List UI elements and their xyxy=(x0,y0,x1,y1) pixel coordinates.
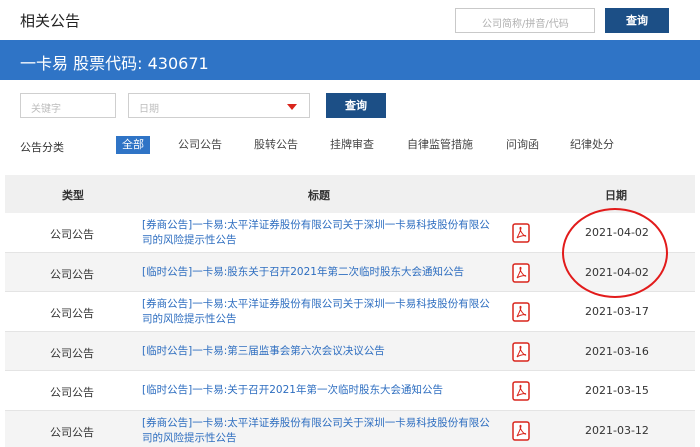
category-tabs: 公告分类 全部 公司公告 股转公告 挂牌审查 自律监管措施 问询函 纪律处分 xyxy=(0,130,700,160)
table-row: 公司公告 [临时公告]一卡易:第三届监事会第六次会议决议公告 2021-03-1… xyxy=(5,331,695,371)
header-date: 日期 xyxy=(605,189,627,202)
tab-self-regulatory[interactable]: 自律监管措施 xyxy=(407,136,473,154)
stock-code-label: 股票代码: xyxy=(73,54,143,73)
table-row: 公司公告 [券商公告]一卡易:太平洋证券股份有限公司关于深圳一卡易科技股份有限公… xyxy=(5,410,695,447)
company-name: 一卡易 xyxy=(20,54,69,73)
row-date: 2021-03-15 xyxy=(585,384,649,397)
query-button[interactable]: 查询 xyxy=(326,93,386,118)
date-select[interactable]: 日期 xyxy=(128,93,310,118)
row-date: 2021-03-17 xyxy=(585,305,649,318)
search-button[interactable]: 查询 xyxy=(605,8,669,33)
row-title-link[interactable]: [临时公告]一卡易:股东关于召开2021年第二次临时股东大会通知公告 xyxy=(142,265,497,280)
row-title-link[interactable]: [临时公告]一卡易:关于召开2021年第一次临时股东大会通知公告 xyxy=(142,383,497,398)
pdf-icon[interactable] xyxy=(512,420,530,441)
filter-bar: 关键字 日期 查询 xyxy=(0,80,700,130)
table-row: 公司公告 [临时公告]一卡易:关于召开2021年第一次临时股东大会通知公告 20… xyxy=(5,371,695,411)
row-type: 公司公告 xyxy=(50,267,94,281)
tab-all[interactable]: 全部 xyxy=(116,136,150,154)
category-label: 公告分类 xyxy=(20,141,64,154)
row-title-link[interactable]: [券商公告]一卡易:太平洋证券股份有限公司关于深圳一卡易科技股份有限公司的风险提… xyxy=(142,218,497,248)
pdf-icon[interactable] xyxy=(512,381,530,401)
top-bar: 相关公告 公司简称/拼音/代码 查询 xyxy=(0,0,700,40)
company-banner: 一卡易 股票代码: 430671 xyxy=(0,40,700,80)
row-date: 2021-03-12 xyxy=(585,423,649,437)
row-type: 公司公告 xyxy=(50,228,94,241)
date-select-label: 日期 xyxy=(139,104,159,115)
row-title-link[interactable]: [券商公告]一卡易:太平洋证券股份有限公司关于深圳一卡易科技股份有限公司的风险提… xyxy=(142,416,497,446)
pdf-icon[interactable] xyxy=(512,302,530,322)
table-header: 类型 标题 日期 xyxy=(5,175,695,213)
tab-neeq-announcement[interactable]: 股转公告 xyxy=(254,136,298,154)
page-title: 相关公告 xyxy=(20,12,81,30)
tab-company-announcement[interactable]: 公司公告 xyxy=(178,136,222,154)
keyword-input[interactable]: 关键字 xyxy=(20,93,116,118)
caret-down-icon xyxy=(287,104,297,110)
stock-code: 430671 xyxy=(147,54,209,73)
tab-inquiry-letter[interactable]: 问询函 xyxy=(506,136,539,154)
row-title-link[interactable]: [临时公告]一卡易:第三届监事会第六次会议决议公告 xyxy=(142,344,497,359)
tab-disciplinary[interactable]: 纪律处分 xyxy=(570,136,614,154)
row-date: 2021-03-16 xyxy=(585,344,649,358)
pdf-icon[interactable] xyxy=(512,223,530,243)
highlight-circle-annotation xyxy=(562,208,668,298)
header-title: 标题 xyxy=(308,189,330,202)
table-row: 公司公告 [券商公告]一卡易:太平洋证券股份有限公司关于深圳一卡易科技股份有限公… xyxy=(5,292,695,332)
row-title-link[interactable]: [券商公告]一卡易:太平洋证券股份有限公司关于深圳一卡易科技股份有限公司的风险提… xyxy=(142,297,497,327)
row-type: 公司公告 xyxy=(50,425,94,439)
pdf-icon[interactable] xyxy=(512,262,530,283)
tab-listing-review[interactable]: 挂牌审查 xyxy=(330,136,374,154)
row-type: 公司公告 xyxy=(50,346,94,360)
pdf-icon[interactable] xyxy=(512,341,530,362)
row-type: 公司公告 xyxy=(50,307,94,320)
search-input[interactable]: 公司简称/拼音/代码 xyxy=(455,8,595,33)
row-type: 公司公告 xyxy=(50,386,94,399)
header-type: 类型 xyxy=(62,189,84,202)
